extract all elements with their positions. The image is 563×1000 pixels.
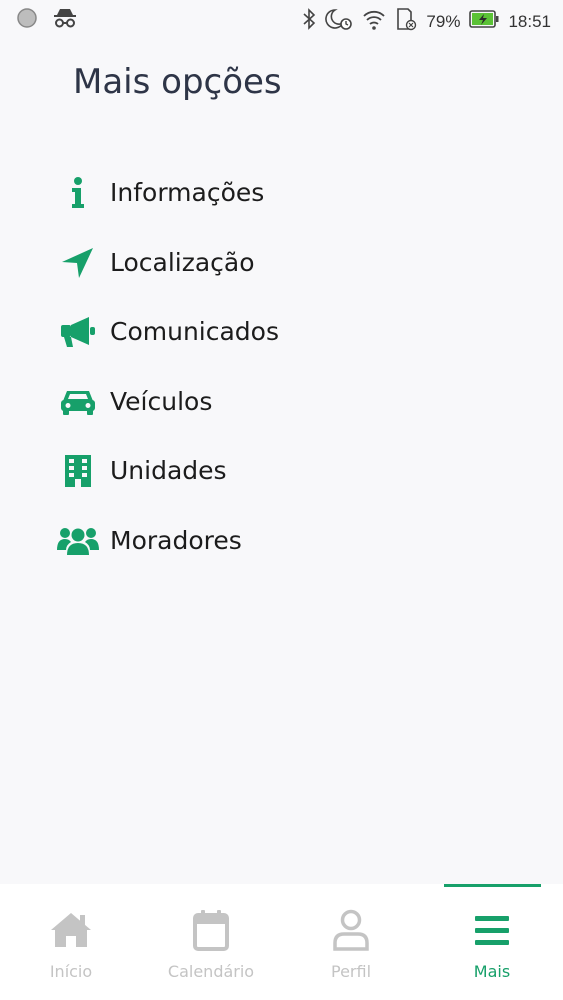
menu-item-label: Comunicados bbox=[110, 317, 279, 347]
notification-dot-icon bbox=[16, 7, 38, 33]
calendar-icon bbox=[189, 908, 233, 952]
sd-card-icon bbox=[395, 7, 417, 36]
menu-item-localizacao[interactable]: Localização bbox=[0, 228, 563, 298]
nav-item-calendario[interactable]: Calendário bbox=[141, 884, 281, 1000]
info-icon bbox=[56, 176, 100, 210]
battery-charging-icon bbox=[469, 9, 499, 34]
menu-item-label: Veículos bbox=[110, 386, 213, 416]
bluetooth-icon bbox=[302, 8, 316, 35]
menu-item-moradores[interactable]: Moradores bbox=[0, 506, 563, 576]
nav-label: Início bbox=[49, 962, 93, 981]
menu-item-comunicados[interactable]: Comunicados bbox=[0, 297, 563, 367]
menu-item-label: Unidades bbox=[110, 456, 227, 486]
menu-icon bbox=[470, 908, 514, 952]
location-arrow-icon bbox=[56, 246, 100, 280]
menu-item-unidades[interactable]: Unidades bbox=[0, 436, 563, 506]
users-icon bbox=[56, 524, 100, 558]
megaphone-icon bbox=[56, 315, 100, 349]
menu-item-label: Moradores bbox=[110, 525, 242, 555]
nav-item-mais[interactable]: Mais bbox=[422, 884, 562, 1000]
user-icon bbox=[329, 908, 373, 952]
menu-item-informacoes[interactable]: Informações bbox=[0, 158, 563, 228]
do-not-disturb-alarm-icon bbox=[325, 7, 353, 36]
nav-label: Perfil bbox=[330, 962, 372, 981]
incognito-icon bbox=[52, 7, 78, 33]
battery-percent: 79% bbox=[426, 11, 461, 31]
options-menu: Informações Localização Comunicados Veíc… bbox=[0, 158, 563, 576]
nav-label: Calendário bbox=[167, 962, 255, 981]
bottom-navigation: Início Calendário Perfil Mais bbox=[0, 884, 563, 1000]
clock: 18:51 bbox=[508, 11, 551, 31]
page-title: Mais opções bbox=[73, 62, 282, 102]
nav-item-perfil[interactable]: Perfil bbox=[281, 884, 421, 1000]
menu-item-veiculos[interactable]: Veículos bbox=[0, 367, 563, 437]
home-icon bbox=[49, 908, 93, 952]
status-bar: 79% 18:51 bbox=[0, 0, 563, 38]
wifi-icon bbox=[362, 7, 386, 36]
building-icon bbox=[56, 454, 100, 488]
nav-item-inicio[interactable]: Início bbox=[1, 884, 141, 1000]
car-icon bbox=[56, 385, 100, 419]
nav-label: Mais bbox=[473, 962, 511, 981]
menu-item-label: Informações bbox=[110, 178, 265, 207]
menu-item-label: Localização bbox=[110, 247, 255, 277]
